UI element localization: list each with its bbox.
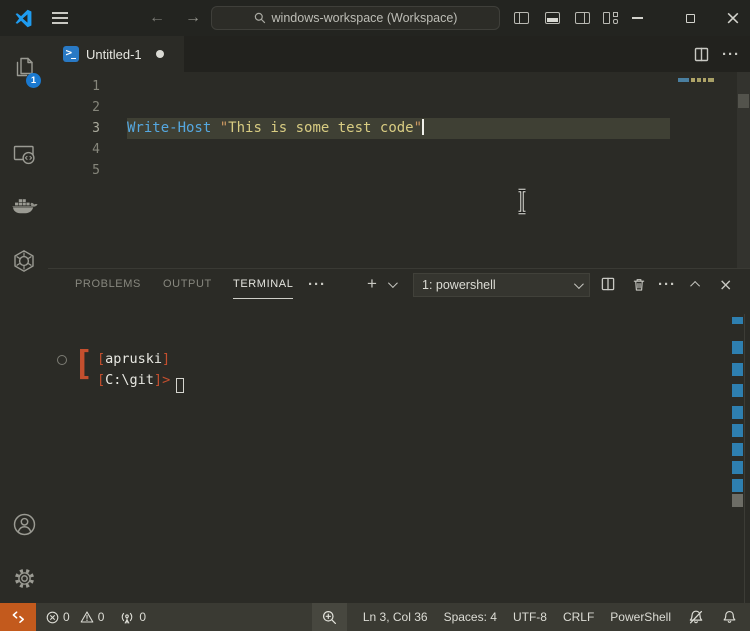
tab-untitled-1[interactable]: Untitled-1	[48, 36, 184, 72]
customize-layout-icon[interactable]	[597, 0, 625, 36]
workspace-title: windows-workspace (Workspace)	[271, 11, 458, 25]
cursor-position-button[interactable]: Ln 3, Col 36	[355, 603, 436, 631]
toggle-primary-sidebar-icon[interactable]	[507, 0, 535, 36]
new-terminal-dropdown-icon[interactable]	[387, 269, 398, 299]
person-circle-icon	[13, 513, 35, 535]
bottom-panel: PROBLEMS OUTPUT TERMINAL ··· + 1: powers…	[48, 268, 750, 604]
indentation-button[interactable]: Spaces: 4	[436, 603, 505, 631]
modified-dot-icon[interactable]	[155, 50, 164, 58]
explorer-badge: 1	[26, 73, 41, 88]
search-icon	[254, 12, 265, 24]
toggle-secondary-sidebar-icon[interactable]	[568, 0, 596, 36]
ports-count: 0	[139, 610, 147, 624]
sidebar-item-explorer[interactable]: 1	[0, 44, 48, 90]
code-line-3: Write-Host "This is some test code"	[127, 118, 425, 139]
encoding-button[interactable]: UTF-8	[505, 603, 555, 631]
prompt-big-bracket: [	[73, 344, 94, 384]
navigate-forward-button[interactable]: →	[180, 0, 206, 36]
error-count: 0	[63, 610, 70, 624]
broadcast-tower-icon	[122, 612, 133, 624]
vscode-window: ← → windows-workspace (Workspace) × 1 > …	[0, 0, 750, 631]
toggle-panel-icon[interactable]	[538, 0, 566, 36]
ports-status-button[interactable]: 0	[119, 610, 146, 624]
line-number: 4	[92, 142, 100, 157]
panel-more-tabs-icon[interactable]: ···	[308, 269, 326, 299]
notifications-button[interactable]	[713, 603, 746, 631]
sidebar-item-docker[interactable]	[0, 184, 48, 230]
minimap[interactable]	[678, 78, 714, 82]
vscode-logo-icon	[8, 0, 38, 36]
text-caret	[422, 119, 425, 135]
terminal-body[interactable]: [ [apruski] [C:\git]>	[48, 301, 750, 604]
token-open-quote: "	[219, 120, 229, 136]
tab-problems[interactable]: PROBLEMS	[75, 269, 141, 299]
chevron-down-icon	[573, 278, 584, 289]
sidebar-item-accounts[interactable]	[0, 501, 48, 547]
kubernetes-helm-icon	[14, 250, 34, 272]
token-close-quote: "	[413, 120, 423, 136]
remote-indicator-button[interactable]	[0, 603, 36, 631]
warning-count: 0	[97, 610, 105, 624]
token-cmdlet: Write-Host	[127, 120, 212, 136]
gear-icon	[14, 568, 34, 588]
line-number: 5	[92, 163, 100, 178]
close-button[interactable]: ×	[718, 0, 748, 36]
navigate-back-button[interactable]: ←	[144, 0, 170, 36]
close-panel-icon[interactable]: ×	[719, 269, 732, 299]
split-terminal-icon[interactable]	[601, 269, 615, 299]
command-center-search[interactable]: windows-workspace (Workspace)	[211, 6, 500, 30]
command-decoration-icon[interactable]	[57, 355, 67, 365]
tab-label: Untitled-1	[86, 46, 142, 62]
line-number: 2	[92, 100, 100, 115]
error-circle-icon	[46, 611, 59, 623]
eol-button[interactable]: CRLF	[555, 603, 602, 631]
title-bar: ← → windows-workspace (Workspace) ×	[0, 0, 750, 36]
terminal-line-user: [apruski]	[97, 351, 171, 367]
panel-bar: PROBLEMS OUTPUT TERMINAL ··· + 1: powers…	[48, 269, 750, 301]
token-string-body: This is some test code	[228, 120, 414, 136]
powershell-file-icon	[63, 46, 79, 62]
line-number-active: 3	[92, 121, 100, 136]
terminal-cursor	[176, 378, 184, 393]
do-not-disturb-button[interactable]	[679, 603, 713, 631]
editor-tab-strip: Untitled-1 ···	[48, 36, 750, 72]
sidebar-item-remote-explorer[interactable]	[0, 131, 48, 177]
terminal-instance-label: 1: powershell	[422, 278, 496, 292]
bell-slash-icon	[689, 610, 703, 624]
docker-whale-icon	[12, 199, 38, 214]
sidebar-item-manage[interactable]	[0, 555, 48, 601]
tab-terminal[interactable]: TERMINAL	[233, 269, 294, 299]
restore-button[interactable]	[675, 0, 705, 36]
new-terminal-button[interactable]: +	[367, 269, 377, 299]
bell-icon	[723, 611, 736, 623]
panel-more-actions-icon[interactable]: ···	[658, 269, 676, 299]
minimize-button[interactable]	[622, 0, 652, 36]
activity-bar: 1	[0, 36, 48, 603]
zoom-magnifier-plus-icon	[322, 610, 336, 624]
editor-more-actions-icon[interactable]: ···	[722, 46, 740, 63]
split-editor-icon[interactable]	[694, 47, 709, 62]
terminal-line-prompt: [C:\git]>	[97, 372, 171, 388]
menu-hamburger-icon[interactable]	[46, 0, 74, 36]
kill-terminal-trash-icon[interactable]	[632, 269, 646, 299]
zoom-status-button[interactable]	[311, 603, 347, 631]
status-bar: 0 0 0 Ln 3, Col 36 Spaces: 4 UTF-8 CRLF …	[0, 603, 750, 631]
terminal-instance-select[interactable]: 1: powershell	[413, 273, 590, 297]
line-number: 1	[92, 79, 100, 94]
remote-icon	[12, 610, 24, 623]
warning-triangle-icon	[80, 611, 94, 623]
problems-status-button[interactable]: 0 0	[46, 610, 104, 624]
panel-scrollbar-track[interactable]	[744, 314, 745, 604]
editor-scrollbar-slider[interactable]	[738, 94, 749, 108]
editor-content[interactable]: 1 2 3 4 5 Write-Host "This is some test …	[48, 72, 750, 268]
mouse-cursor-ibeam	[518, 188, 526, 215]
monitor-connect-icon	[13, 145, 35, 165]
language-mode-button[interactable]: PowerShell	[602, 603, 679, 631]
maximize-panel-icon[interactable]	[690, 269, 701, 299]
tab-output[interactable]: OUTPUT	[163, 269, 212, 299]
sidebar-item-kubernetes[interactable]	[0, 238, 48, 284]
